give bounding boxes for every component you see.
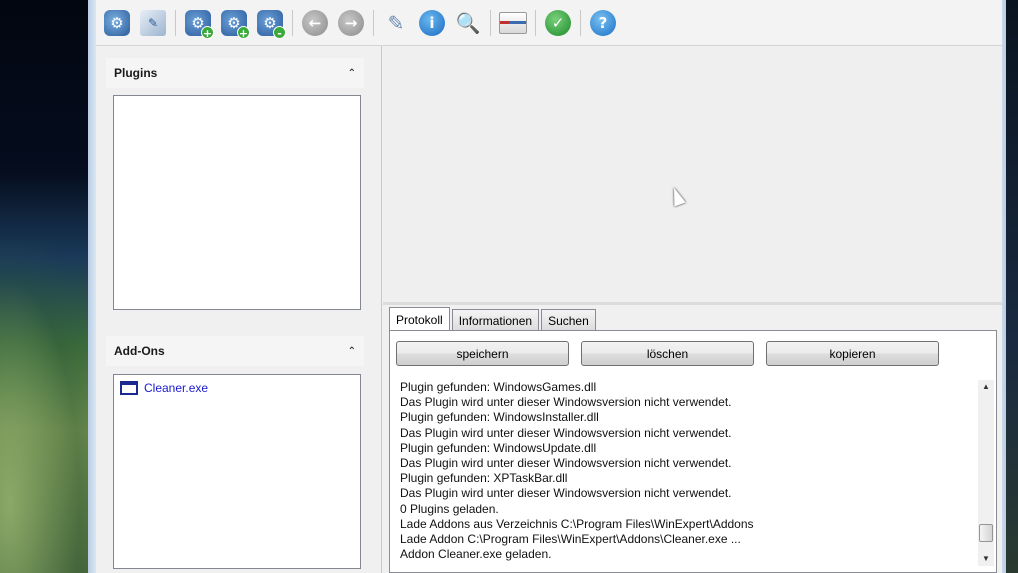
log-scrollbar[interactable]: ▲ ▼ [978,380,994,566]
list-view-icon [499,11,527,34]
tab-suchen[interactable]: Suchen [541,309,596,331]
log-line: 0 Plugins geladen. [400,501,499,516]
plugins-list[interactable] [113,95,361,310]
toolbar-separator [535,9,536,36]
back-button[interactable]: ← [298,6,332,40]
addons-title: Add-Ons [114,344,165,358]
log-line: Lade Addons aus Verzeichnis C:\Program F… [400,516,754,531]
green-tool-icon: ✓ [545,9,571,36]
tab-strip: Protokoll Informationen Suchen [389,307,598,331]
toolbar-separator [292,9,293,36]
main-content-area [383,46,1002,302]
add-plugin-2-icon: ⚙ + [221,9,250,40]
edit-document-icon: ✎ [140,9,166,36]
settings-gear-icon: ⚙ [104,9,130,36]
scroll-thumb[interactable] [979,524,993,542]
log-line: Plugin gefunden: XPTaskBar.dll [400,471,568,486]
info-icon: i [419,9,445,36]
tab-panel-protokoll: speichern löschen kopieren Plugin gefund… [389,330,997,573]
green-tool-button[interactable]: ✓ [541,6,575,40]
log-button-row: speichern löschen kopieren [396,341,939,366]
scroll-up-icon[interactable]: ▲ [978,380,994,394]
pen-button[interactable]: ✎ [379,6,413,40]
add-plugin-icon: ⚙ + [185,9,214,40]
toolbar-separator [580,9,581,36]
back-arrow-icon: ← [302,9,328,36]
toolbar-separator [175,9,176,36]
addons-list[interactable]: Cleaner.exe [113,374,361,569]
log-line: Plugin gefunden: WindowsUpdate.dll [400,440,597,455]
log-line: Das Plugin wird unter dieser Windowsvers… [400,425,732,440]
toolbar: ⚙ ✎ ⚙ + ⚙ + ⚙ - ← → ✎ i 🔍 ✓ ? [96,0,1002,46]
add-plugin-3-button[interactable]: ⚙ - [253,6,287,40]
log-line: Das Plugin wird unter dieser Windowsvers… [400,486,732,501]
window-app-icon [120,381,138,395]
list-view-button[interactable] [496,6,530,40]
log-line: Das Plugin wird unter dieser Windowsvers… [400,456,732,471]
window-frame-left [88,0,96,573]
tab-informationen[interactable]: Informationen [451,309,540,331]
add-plugin-button[interactable]: ⚙ + [181,6,215,40]
toolbar-separator [373,9,374,36]
scroll-down-icon[interactable]: ▼ [978,552,994,566]
delete-button[interactable]: löschen [581,341,754,366]
addons-section-header[interactable]: Add-Ons ⌃ [106,336,364,366]
forward-button[interactable]: → [334,6,368,40]
log-output[interactable]: Plugin gefunden: WindowsGames.dll Das Pl… [400,380,975,566]
settings-button[interactable]: ⚙ [100,6,134,40]
log-line: Plugin gefunden: WindowsInstaller.dll [400,410,599,425]
bottom-pane: Protokoll Informationen Suchen speichern… [383,305,1002,573]
log-line: Lade Addon C:\Program Files\WinExpert\Ad… [400,532,741,547]
addon-label: Cleaner.exe [144,381,209,395]
add-plugin-3-icon: ⚙ - [257,9,286,40]
log-line: Das Plugin wird unter dieser Windowsvers… [400,395,732,410]
search-button[interactable]: 🔍 [451,6,485,40]
search-magnifier-icon: 🔍 [455,10,481,35]
toolbar-separator [490,9,491,36]
collapse-icon[interactable]: ⌃ [348,68,356,79]
plugins-title: Plugins [114,66,158,80]
collapse-icon[interactable]: ⌃ [348,346,356,357]
list-item[interactable]: Cleaner.exe [114,375,360,401]
tab-protokoll[interactable]: Protokoll [389,307,450,331]
add-plugin-2-button[interactable]: ⚙ + [217,6,251,40]
info-button[interactable]: i [415,6,449,40]
forward-arrow-icon: → [338,9,364,36]
log-line: Plugin gefunden: WindowsGames.dll [400,380,597,394]
left-pane: Plugins ⌃ Add-Ons ⌃ Cleaner.exe [96,46,382,573]
copy-button[interactable]: kopieren [766,341,939,366]
desktop-background-left [0,0,92,573]
help-button[interactable]: ? [586,6,620,40]
edit-document-button[interactable]: ✎ [136,6,170,40]
plugins-section-header[interactable]: Plugins ⌃ [106,58,364,88]
pen-icon: ✎ [387,10,405,35]
log-line: Addon Cleaner.exe geladen. [400,547,552,562]
help-icon: ? [590,9,616,36]
save-button[interactable]: speichern [396,341,569,366]
